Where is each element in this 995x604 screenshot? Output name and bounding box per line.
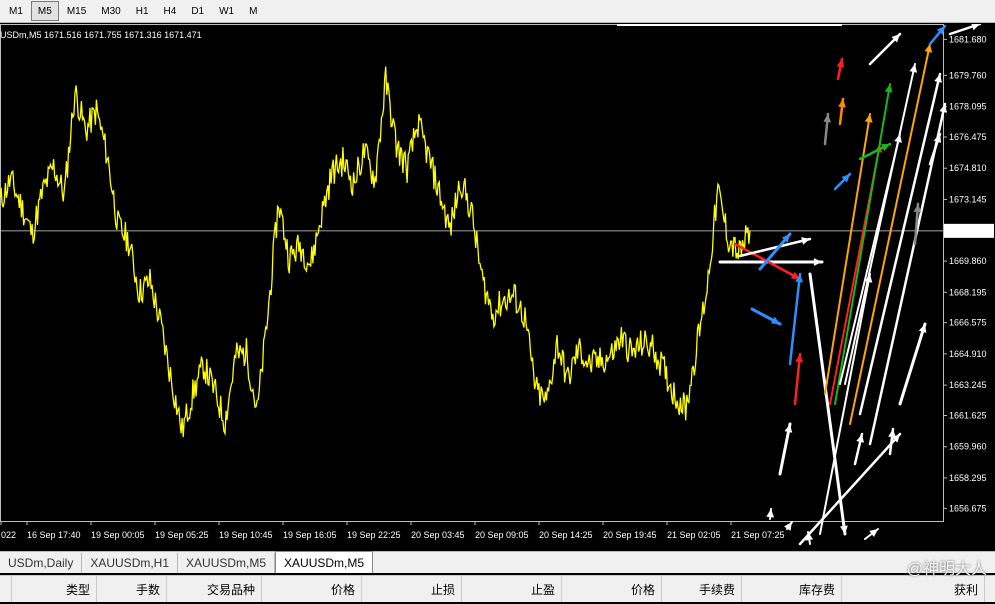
time-tick-label: 19 Sep 22:25 [347,530,401,540]
price-tick-label: 1678.095 [949,102,987,112]
time-tick-label: 022 [1,530,16,540]
price-tick-label: 1664.910 [949,349,987,359]
timeframe-button-m1[interactable]: M1 [2,1,30,21]
column-header[interactable]: 库存费 [742,576,842,602]
price-tick-label: 1673.145 [949,194,987,204]
column-header[interactable]: 交易品种 [167,576,262,602]
price-tick-label: 1669.860 [949,256,987,266]
price-tick-label: 1674.810 [949,163,987,173]
time-tick-label: 21 Sep 07:25 [731,530,785,540]
chart-tab[interactable]: XAUUSDm,H1 [82,553,179,573]
trade-signal-arrow-head [864,114,873,123]
column-header[interactable]: 手数 [97,576,167,602]
timeframe-toolbar: M1 M5 M15 M30 H1 H4 D1 W1 MN [0,0,265,23]
current-price-label: 1671.471 [948,226,986,236]
time-tick-label: 20 Sep 19:45 [603,530,657,540]
trade-signal-arrow-head [909,64,918,73]
price-line-series [0,66,751,437]
trade-signal-arrow-head [913,204,922,213]
column-header[interactable]: 止盈 [462,576,562,602]
watermark-text: @神明大人 [906,561,987,578]
time-tick-label: 20 Sep 03:45 [411,530,465,540]
chart-tab[interactable]: XAUUSDm,M5 [178,553,276,573]
price-tick-label: 1679.760 [949,70,987,80]
trade-signal-arrow-head [884,84,893,93]
trade-signal-arrow-shaft [898,322,927,406]
column-header[interactable]: 价格 [562,576,662,602]
trade-signal-arrow-head [784,522,792,531]
price-tick-label: 1663.245 [949,380,987,390]
timeframe-button-m5[interactable]: M5 [30,1,59,21]
price-chart-svg[interactable]: 1681.680 1679.760 1678.095 1676.475 1674.810… [0,24,995,551]
trade-signal-arrow-head [924,44,933,53]
time-tick-label: 19 Sep 00:05 [91,530,145,540]
trade-signal-arrow-shaft [798,432,902,546]
price-tick-label: 1659.960 [949,442,987,452]
trade-signal-arrow-head [813,258,822,266]
column-header[interactable]: 价格 [262,576,362,602]
toolbar-strip [258,0,995,23]
watermark: @神明大人 [907,555,987,579]
price-tick-label: 1658.295 [949,473,987,483]
time-tick-label: 20 Sep 14:25 [539,530,593,540]
price-tick-label: 1676.475 [949,132,987,142]
time-tick-label: 20 Sep 09:05 [475,530,529,540]
price-chart[interactable]: 1681.680 1679.760 1678.095 1676.475 1674.810… [0,24,995,551]
price-tick-label: 1656.675 [949,503,987,513]
timeframe-button-m30[interactable]: M30 [94,1,127,21]
time-tick-label: 21 Sep 02:05 [667,530,721,540]
trade-signal-arrow-shaft [788,272,802,366]
terminal-table-header: 类型 手数 交易品种 价格 止损 止盈 价格 手续费 库存费 获利 [0,575,995,602]
column-header[interactable]: 类型 [12,576,97,602]
time-tick-label: 19 Sep 10:45 [219,530,273,540]
column-header[interactable]: 止损 [362,576,462,602]
trade-signal-arrow-shaft [858,72,942,416]
timeframe-button-m15[interactable]: M15 [60,1,93,21]
price-tick-label: 1661.625 [949,411,987,421]
column-header[interactable]: 手续费 [662,576,742,602]
chart-tab[interactable]: USDm,Daily [0,553,83,573]
timeframe-button-d1[interactable]: D1 [184,1,211,21]
trade-signal-arrow-head [836,59,845,68]
chart-frame [0,24,944,522]
timeframe-button-h4[interactable]: H4 [157,1,184,21]
price-tick-label: 1666.575 [949,318,987,328]
timeframe-button-h1[interactable]: H1 [129,1,156,21]
price-tick-label: 1668.195 [949,287,987,297]
trade-signal-arrow-shaft [834,83,891,405]
time-tick-label: 19 Sep 05:25 [155,530,209,540]
time-tick-label: 19 Sep 16:05 [283,530,337,540]
chart-tab[interactable]: XAUUSDm,M5 [275,551,374,573]
time-tick-label: 16 Sep 17:40 [27,530,81,540]
menu-strip-edge [617,24,842,26]
trading-terminal-window: M1 M5 M15 M30 H1 H4 D1 W1 MN 1681.680 1679.760 167… [0,0,995,604]
chart-symbol-info: USDm,M5 1671.516 1671.755 1671.316 1671.… [0,30,202,40]
column-header[interactable]: 获利 [842,576,985,602]
timeframe-button-w1[interactable]: W1 [212,1,241,21]
column-header[interactable] [0,576,12,602]
price-tick-label: 1681.680 [949,34,987,44]
chart-tab-bar: USDm,Daily XAUUSDm,H1 XAUUSDm,M5 XAUUSDm,M5 [0,551,995,573]
